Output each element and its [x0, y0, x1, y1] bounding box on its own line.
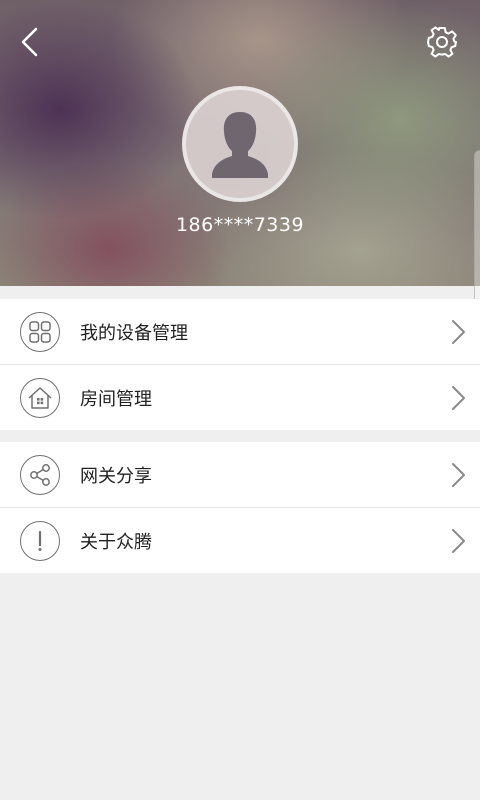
settings-button[interactable] — [422, 22, 462, 62]
menu-group-1: 我的设备管理 房间管理 — [0, 299, 480, 430]
menu-item-my-devices[interactable]: 我的设备管理 — [0, 299, 480, 364]
chevron-right-icon — [452, 386, 465, 410]
share-icon — [20, 454, 60, 495]
avatar[interactable] — [182, 86, 298, 202]
menu-group-2: 网关分享 关于众腾 — [0, 442, 480, 573]
menu-item-label: 关于众腾 — [80, 531, 152, 553]
chevron-right-icon — [452, 320, 465, 344]
back-button[interactable] — [10, 22, 50, 62]
profile-page: 186****7339 我的设备管理 房间管理 网关分享 关于众腾 — [0, 0, 480, 800]
profile-header: 186****7339 — [0, 0, 480, 286]
chevron-left-icon — [21, 27, 38, 57]
grid-icon — [20, 311, 60, 352]
menu-item-label: 网关分享 — [80, 465, 152, 487]
chevron-right-icon — [452, 463, 465, 487]
chevron-right-icon — [452, 529, 465, 553]
exclamation-icon — [20, 520, 60, 561]
menu-item-gateway-share[interactable]: 网关分享 — [0, 442, 480, 507]
menu-item-label: 房间管理 — [80, 388, 152, 410]
phone-number: 186****7339 — [175, 214, 305, 236]
menu-item-room-management[interactable]: 房间管理 — [0, 364, 480, 430]
menu-item-about[interactable]: 关于众腾 — [0, 507, 480, 573]
gear-icon — [427, 26, 457, 58]
menu-item-label: 我的设备管理 — [80, 322, 188, 344]
user-silhouette-icon — [212, 112, 268, 178]
house-icon — [20, 377, 60, 418]
